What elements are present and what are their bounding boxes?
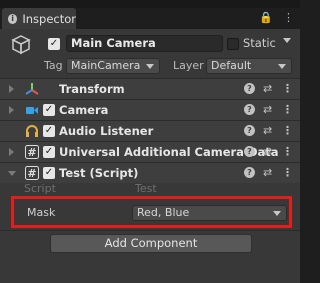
help-icon[interactable]: ? [244, 125, 255, 136]
component-name: Camera [59, 103, 109, 117]
chevron-down-icon [273, 211, 281, 216]
static-checkbox[interactable] [227, 38, 239, 50]
component-menu-icon[interactable]: ⋮ [282, 124, 293, 137]
inspector-panel: ✓ Main Camera Static Tag MainCamera Laye… [0, 29, 300, 283]
layer-dropdown[interactable]: Default [206, 58, 292, 74]
foldout-arrow-icon[interactable] [9, 148, 14, 156]
tab-title: Inspector [22, 11, 76, 26]
script-label: Script [24, 182, 56, 195]
component-enabled-checkbox[interactable]: ✓ [43, 104, 55, 116]
foldout-arrow-icon[interactable] [8, 171, 16, 176]
chevron-down-icon [146, 64, 154, 69]
gameobject-active-checkbox[interactable]: ✓ [48, 38, 60, 50]
foldout-arrow-icon[interactable] [9, 106, 14, 114]
script-icon: # [25, 166, 39, 180]
gameobject-cube-icon [11, 35, 31, 55]
help-icon[interactable]: ? [244, 83, 255, 94]
component-header-test-script[interactable]: # ✓ Test (Script) ? ⇄ ⋮ [0, 162, 300, 183]
tab-menu-icon[interactable]: ⋮ [283, 11, 294, 24]
help-icon[interactable]: ? [244, 104, 255, 115]
component-name: Test (Script) [59, 166, 139, 180]
help-icon[interactable]: ? [244, 146, 255, 157]
preset-icon[interactable]: ⇄ [263, 103, 272, 116]
static-dropdown-arrow-icon[interactable] [283, 38, 291, 43]
headphones-icon [26, 125, 38, 137]
mask-dropdown[interactable]: Red, Blue [132, 205, 287, 221]
preset-icon[interactable]: ⇄ [263, 166, 272, 179]
info-icon: i [8, 13, 18, 24]
component-name: Audio Listener [59, 124, 154, 138]
component-name: Transform [59, 82, 125, 96]
svg-text:#: # [27, 146, 36, 159]
add-component-button[interactable]: Add Component [50, 234, 252, 253]
script-value: Test [135, 182, 157, 195]
preset-icon[interactable]: ⇄ [263, 82, 272, 95]
component-header-camera[interactable]: ✓ Camera ? ⇄ ⋮ [0, 99, 300, 120]
help-icon[interactable]: ? [244, 167, 255, 178]
component-menu-icon[interactable]: ⋮ [282, 145, 293, 158]
mask-label: Mask [27, 206, 56, 219]
tag-label: Tag [44, 59, 63, 72]
layer-label: Layer [173, 59, 204, 72]
transform-icon [25, 83, 39, 95]
preset-icon[interactable]: ⇄ [263, 145, 272, 158]
component-menu-icon[interactable]: ⋮ [282, 82, 293, 95]
component-enabled-checkbox[interactable]: ✓ [43, 167, 55, 179]
tab-inspector[interactable]: i Inspector [2, 8, 76, 29]
tag-dropdown-value: MainCamera [71, 59, 141, 72]
camera-icon [26, 107, 38, 114]
component-menu-icon[interactable]: ⋮ [282, 166, 293, 179]
divider [0, 230, 300, 231]
tag-dropdown[interactable]: MainCamera [66, 58, 160, 74]
component-header-audio-listener[interactable]: ✓ Audio Listener ? ⇄ ⋮ [0, 120, 300, 141]
component-header-universal-additional-camera-data[interactable]: # ✓ Universal Additional Camera Data ? ⇄… [0, 141, 300, 162]
component-enabled-checkbox[interactable]: ✓ [43, 125, 55, 137]
component-enabled-checkbox[interactable]: ✓ [43, 146, 55, 158]
chevron-down-icon [278, 64, 286, 69]
mask-dropdown-value: Red, Blue [137, 206, 190, 219]
svg-text:#: # [27, 167, 36, 180]
static-label: Static [243, 36, 276, 50]
component-menu-icon[interactable]: ⋮ [282, 103, 293, 116]
mask-field-highlight: Mask Red, Blue [11, 196, 292, 228]
foldout-arrow-icon[interactable] [9, 85, 14, 93]
window-top-strip [0, 0, 300, 8]
script-icon: # [25, 145, 39, 159]
layer-dropdown-value: Default [211, 59, 252, 72]
preset-icon[interactable]: ⇄ [263, 124, 272, 137]
gameobject-name-field[interactable]: Main Camera [66, 35, 223, 52]
lock-icon[interactable]: 🔒 [259, 11, 273, 24]
component-header-transform[interactable]: Transform ? ⇄ ⋮ [0, 78, 300, 99]
